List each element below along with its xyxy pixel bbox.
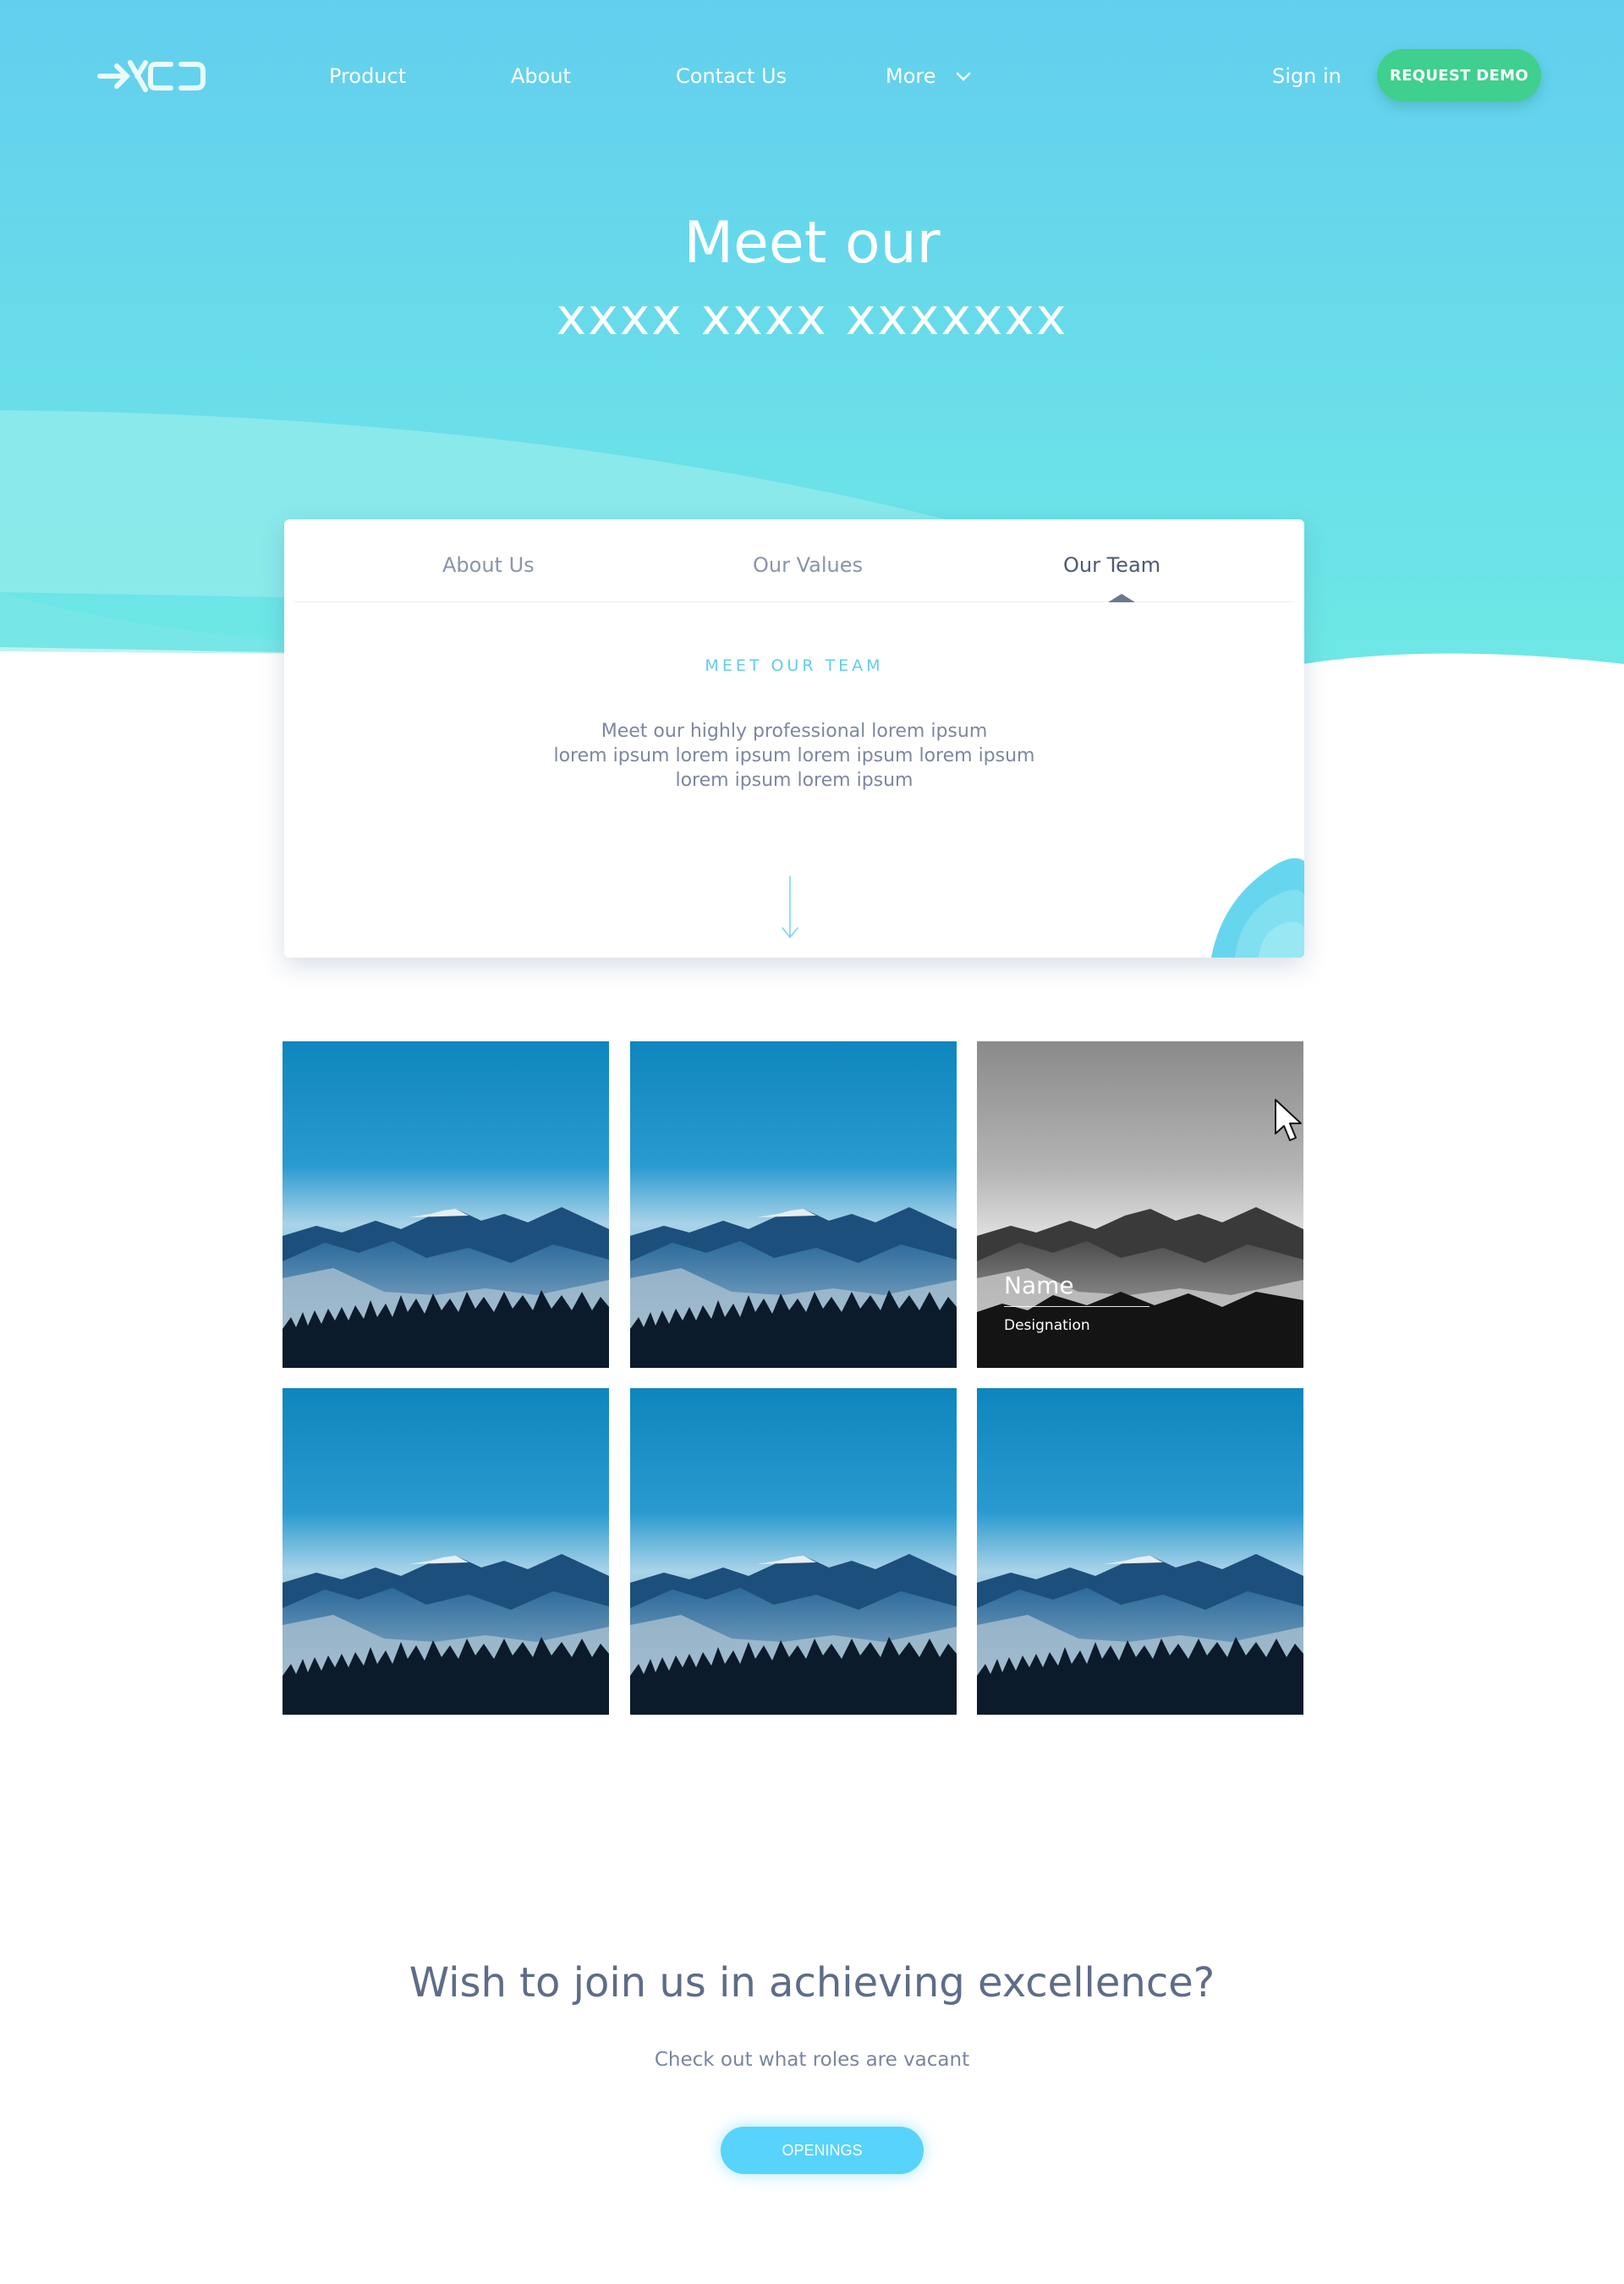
description-line: lorem ipsum lorem ipsum — [675, 770, 914, 791]
openings-button[interactable]: OPENINGS — [721, 2127, 924, 2174]
team-member-tile-hovered[interactable]: Name Designation — [977, 1041, 1303, 1368]
request-demo-button[interactable]: REQUEST DEMO — [1377, 49, 1541, 102]
section-eyebrow: MEET OUR TEAM — [705, 656, 884, 675]
chevron-down-icon — [956, 72, 971, 81]
active-tab-indicator — [1108, 594, 1135, 602]
hero-subtitle: xxxx xxxx xxxxxxx — [556, 288, 1068, 347]
member-hover-card: Name Designation — [1004, 1271, 1149, 1334]
mouse-cursor-icon — [1275, 1099, 1302, 1141]
mountain-landscape-image — [630, 1388, 957, 1715]
team-grid: Name Designation — [283, 1041, 1304, 1715]
card-tabs: About Us Our Values Our Team — [294, 519, 1294, 602]
arrow-down-icon[interactable] — [778, 875, 802, 942]
nav-about-link[interactable]: About — [511, 64, 571, 88]
decorative-blob — [1211, 858, 1304, 958]
description-line: lorem ipsum lorem ipsum lorem ipsum lore… — [553, 745, 1035, 766]
nav-contact-link[interactable]: Contact Us — [676, 64, 787, 88]
top-navigation: Product About Contact Us More Sign in RE… — [0, 0, 1624, 156]
hero-title: Meet our — [683, 210, 941, 277]
team-member-tile[interactable] — [283, 1388, 609, 1715]
description-line: Meet our highly professional lorem ipsum — [601, 721, 988, 742]
cta-subtitle: Check out what roles are vacant — [654, 2049, 970, 2071]
tab-our-values[interactable]: Our Values — [753, 553, 863, 577]
tab-about-us[interactable]: About Us — [442, 553, 535, 577]
sign-in-link[interactable]: Sign in — [1272, 64, 1341, 88]
tab-our-team[interactable]: Our Team — [1063, 553, 1160, 577]
team-member-tile[interactable] — [977, 1388, 1303, 1715]
cta-heading: Wish to join us in achieving excellence? — [409, 1959, 1215, 2007]
mountain-landscape-image — [977, 1388, 1303, 1715]
team-info-card: About Us Our Values Our Team MEET OUR TE… — [284, 519, 1304, 958]
member-name: Name — [1004, 1271, 1149, 1307]
nav-more-label: More — [886, 64, 936, 88]
team-member-tile[interactable] — [630, 1388, 957, 1715]
mountain-landscape-image — [283, 1041, 609, 1368]
mountain-landscape-image — [283, 1388, 609, 1715]
nav-product-link[interactable]: Product — [329, 64, 406, 88]
section-description: Meet our highly professional lorem ipsum… — [284, 719, 1304, 793]
page: Product About Contact Us More Sign in RE… — [0, 0, 1624, 2284]
team-member-tile[interactable] — [630, 1041, 957, 1368]
nav-more-dropdown[interactable]: More — [886, 64, 971, 88]
member-designation: Designation — [1004, 1317, 1090, 1334]
xcd-logo[interactable] — [96, 52, 208, 100]
mountain-landscape-image — [630, 1041, 957, 1368]
team-member-tile[interactable] — [283, 1041, 609, 1368]
